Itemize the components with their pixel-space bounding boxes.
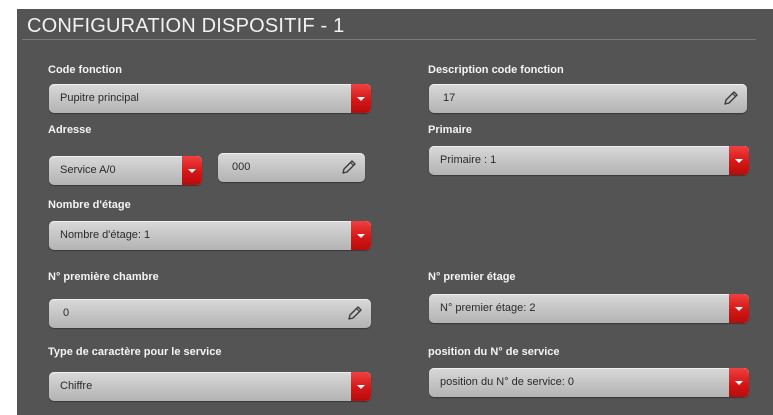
chevron-down-icon[interactable] [729,368,749,397]
pencil-icon[interactable] [347,305,363,321]
adresse-service-select[interactable]: Service A/0 [49,156,202,185]
nombre-etage-label: Nombre d'étage [48,199,131,211]
primaire-label: Primaire [428,124,473,136]
premier-etage-label: N° premier étage [428,271,516,283]
chevron-down-icon[interactable] [351,221,371,250]
adresse-number-input[interactable]: 000 [218,153,365,182]
position-service-label: position du N° de service [428,346,560,358]
chevron-down-icon[interactable] [182,156,202,185]
premiere-chambre-value: 0 [63,307,70,319]
adresse-service-value: Service A/0 [60,164,116,176]
position-service-value: position du N° de service: 0 [440,376,575,388]
adresse-label: Adresse [48,124,92,136]
chevron-down-icon[interactable] [351,372,371,401]
premiere-chambre-label: N° première chambre [48,271,159,283]
description-code-fonction-input[interactable]: 17 [429,84,747,113]
premiere-chambre-input[interactable]: 0 [49,299,371,328]
chevron-down-icon[interactable] [729,146,749,175]
primaire-select[interactable]: Primaire : 1 [429,146,749,175]
description-code-fonction-value: 17 [443,92,456,104]
adresse-number-value: 000 [232,161,251,173]
position-service-select[interactable]: position du N° de service: 0 [429,368,749,397]
code-fonction-label: Code fonction [48,64,122,76]
code-fonction-value: Pupitre principal [60,92,139,104]
type-caractere-label: Type de caractère pour le service [48,346,222,358]
nombre-etage-value: Nombre d'étage: 1 [60,229,151,241]
premier-etage-value: N° premier étage: 2 [440,302,536,314]
description-code-fonction-label: Description code fonction [428,64,564,76]
type-caractere-value: Chiffre [60,380,93,392]
chevron-down-icon[interactable] [351,84,371,113]
title-divider [22,39,756,40]
pencil-icon[interactable] [723,90,739,106]
primaire-value: Primaire : 1 [440,154,497,166]
type-caractere-select[interactable]: Chiffre [49,372,371,401]
premier-etage-select[interactable]: N° premier étage: 2 [429,294,749,323]
pencil-icon[interactable] [341,159,357,175]
page-title: CONFIGURATION DISPOSITIF - 1 [27,15,345,37]
code-fonction-select[interactable]: Pupitre principal [49,84,371,113]
nombre-etage-select[interactable]: Nombre d'étage: 1 [49,221,371,250]
chevron-down-icon[interactable] [729,294,749,323]
